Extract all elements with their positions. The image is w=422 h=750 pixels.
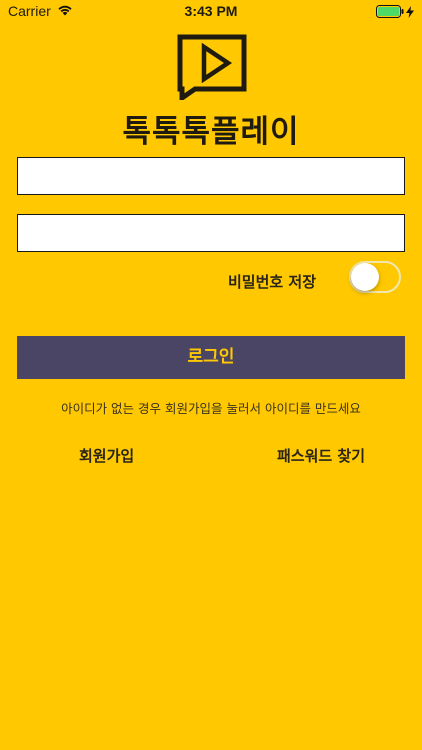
battery-icon xyxy=(376,3,404,22)
status-time: 3:43 PM xyxy=(184,3,238,19)
save-password-label: 비밀번호 저장 xyxy=(228,273,317,291)
status-right xyxy=(376,3,414,22)
password-input[interactable] xyxy=(17,214,405,252)
toggle-knob xyxy=(351,263,379,291)
login-button[interactable]: 로그인 xyxy=(17,336,405,379)
id-input[interactable] xyxy=(17,157,405,195)
status-bar: Carrier 3:43 PM xyxy=(0,0,422,22)
save-password-toggle[interactable] xyxy=(349,261,401,293)
find-password-link[interactable]: 패스워드 찾기 xyxy=(277,445,365,466)
signup-hint: 아이디가 없는 경우 회원가입을 눌러서 아이디를 만드세요 xyxy=(61,401,361,416)
signup-link[interactable]: 회원가입 xyxy=(79,445,134,466)
app-title: 톡톡톡플레이 xyxy=(122,114,300,150)
play-speech-bubble-icon xyxy=(177,34,247,103)
charging-bolt-icon xyxy=(406,3,414,22)
